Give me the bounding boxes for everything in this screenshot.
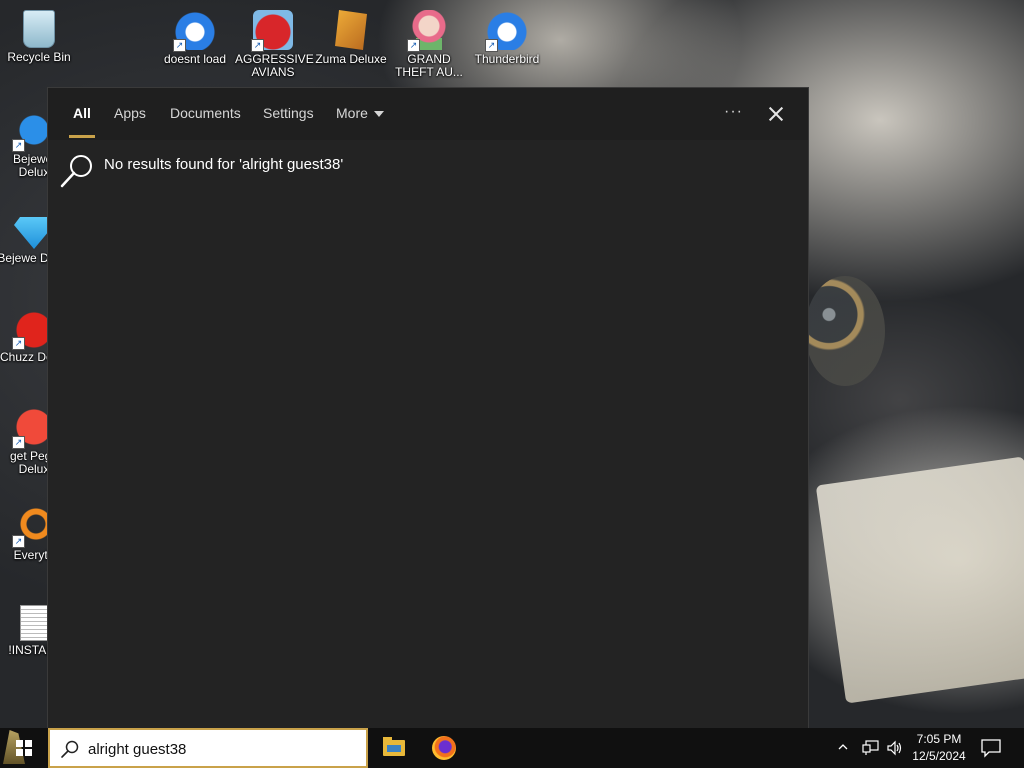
- clock-time: 7:05 PM: [916, 732, 962, 746]
- volume-icon[interactable]: [886, 740, 904, 756]
- taskbar: 7:05 PM 12/5/2024: [0, 728, 1024, 768]
- taskbar-file-explorer[interactable]: [370, 728, 418, 768]
- tab-apps[interactable]: Apps: [114, 88, 146, 140]
- search-input[interactable]: [88, 738, 358, 760]
- clock-date: 12/5/2024: [912, 749, 966, 763]
- wallpaper-detail: [805, 276, 885, 386]
- thunderbird-icon: ↗: [173, 10, 215, 52]
- desktop-icon-label: Zuma Deluxe: [315, 52, 387, 66]
- network-icon[interactable]: [862, 740, 880, 756]
- taskbar-firefox[interactable]: [420, 728, 468, 768]
- desktop-icon-grand-theft-auto[interactable]: ↗ GRAND THEFT AU...: [391, 10, 467, 79]
- close-icon[interactable]: [762, 100, 790, 128]
- shortcut-arrow-icon: ↗: [251, 39, 264, 52]
- tab-more-label: More: [336, 105, 368, 121]
- desktop-icon-aggressive-avians[interactable]: ↗ AGGRESSIVE AVIANS: [235, 10, 314, 79]
- wallpaper-detail: [815, 456, 1024, 704]
- recycle-bin-icon: [23, 10, 55, 48]
- anime-character-icon: ↗: [407, 10, 449, 52]
- no-results-message: No results found for 'alright guest38': [104, 156, 344, 173]
- chevron-down-icon: [373, 111, 384, 118]
- search-icon: [60, 155, 92, 188]
- desktop-icon-label: Thunderbird: [474, 52, 540, 66]
- tab-documents[interactable]: Documents: [170, 88, 241, 140]
- search-flyout: All Apps Documents Settings More ··· No …: [48, 88, 808, 728]
- start-button[interactable]: [0, 728, 48, 768]
- taskbar-clock[interactable]: 7:05 PM 12/5/2024: [904, 731, 974, 765]
- shortcut-arrow-icon: ↗: [407, 39, 420, 52]
- taskbar-search-box[interactable]: [48, 728, 368, 768]
- tab-settings[interactable]: Settings: [263, 88, 314, 140]
- tab-all[interactable]: All: [69, 88, 95, 140]
- shortcut-arrow-icon: ↗: [12, 139, 25, 152]
- text-document-icon: [20, 605, 48, 641]
- folder-icon: [383, 737, 405, 756]
- angry-bird-icon: ↗: [251, 10, 293, 52]
- chevron-up-icon[interactable]: [838, 742, 848, 752]
- desktop-icon-label: GRAND THEFT AU...: [395, 52, 463, 79]
- zuma-icon: [335, 10, 367, 50]
- windows-logo-icon: [16, 740, 32, 756]
- more-options-button[interactable]: ···: [724, 88, 743, 140]
- desktop-icon-zuma-deluxe[interactable]: Zuma Deluxe: [313, 10, 389, 66]
- shortcut-arrow-icon: ↗: [14, 238, 25, 249]
- shortcut-arrow-icon: ↗: [485, 39, 498, 52]
- desktop-icon-doesnt-load[interactable]: ↗ doesnt load: [157, 10, 233, 66]
- desktop-icon-thunderbird[interactable]: ↗ Thunderbird: [469, 10, 545, 66]
- firefox-icon: [432, 736, 456, 760]
- shortcut-arrow-icon: ↗: [12, 337, 25, 350]
- notification-center-icon[interactable]: [980, 738, 1002, 758]
- thunderbird-icon: ↗: [485, 10, 527, 52]
- tab-more[interactable]: More: [336, 88, 384, 140]
- search-icon: [61, 740, 79, 758]
- shortcut-arrow-icon: ↗: [12, 535, 25, 548]
- desktop-icon-label: AGGRESSIVE AVIANS: [235, 52, 314, 79]
- search-tabs: All Apps Documents Settings More ···: [48, 88, 808, 140]
- shortcut-arrow-icon: ↗: [12, 436, 25, 449]
- desktop-icon-recycle-bin[interactable]: Recycle Bin: [1, 10, 77, 64]
- desktop-icon-label: doesnt load: [163, 52, 227, 66]
- desktop-icon-label: Recycle Bin: [7, 50, 71, 64]
- shortcut-arrow-icon: ↗: [173, 39, 186, 52]
